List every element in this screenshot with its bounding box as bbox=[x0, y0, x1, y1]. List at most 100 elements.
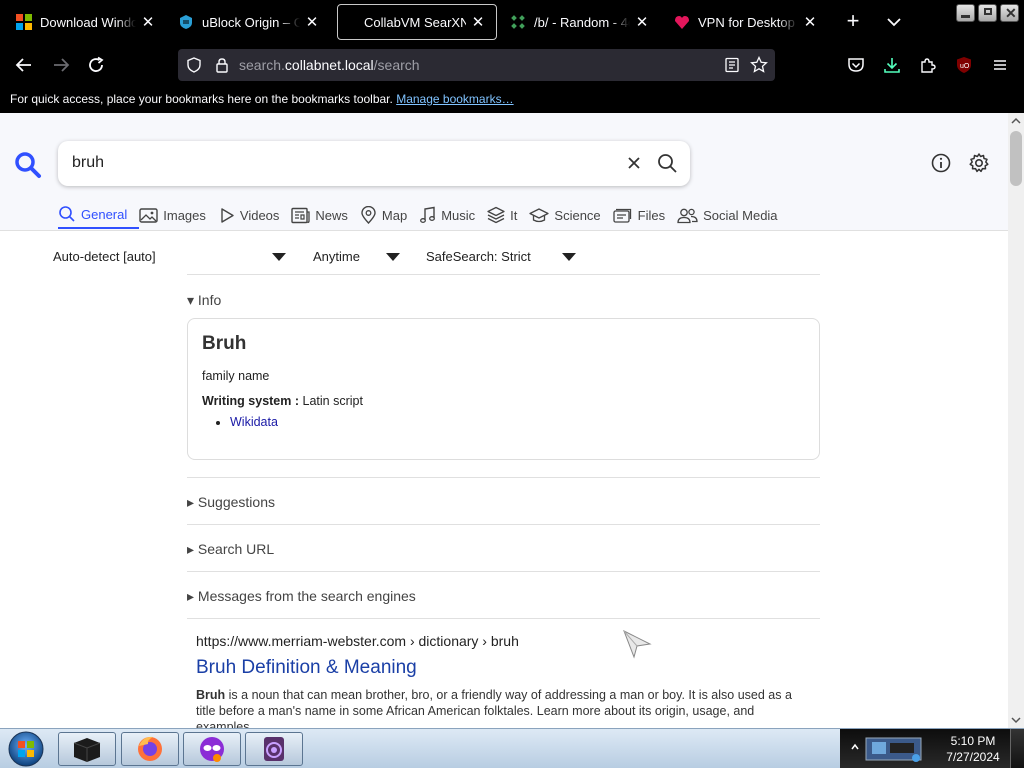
info-toggle[interactable]: ▾ Info bbox=[187, 292, 221, 309]
tray-icons[interactable] bbox=[864, 734, 924, 764]
result-breadcrumb: › dictionary › bruh bbox=[409, 633, 519, 649]
taskbar-app-tor[interactable] bbox=[245, 732, 303, 766]
reload-button[interactable] bbox=[84, 53, 108, 77]
restore-button[interactable] bbox=[978, 4, 997, 22]
dropdown-arrow-icon[interactable] bbox=[386, 253, 400, 261]
search-header: bruh General Images Videos News Map Musi… bbox=[0, 113, 1008, 231]
result-title-link[interactable]: Bruh Definition & Meaning bbox=[196, 657, 811, 679]
snippet-text: is a noun that can mean brother, bro, or… bbox=[196, 688, 792, 728]
app-box-icon bbox=[73, 738, 101, 762]
pocket-button[interactable] bbox=[844, 53, 868, 77]
lock-icon[interactable] bbox=[214, 57, 230, 73]
tab-label: News bbox=[315, 207, 348, 223]
show-desktop-button[interactable] bbox=[1010, 729, 1024, 768]
taskbar-clock[interactable]: 5:10 PM 7/27/2024 bbox=[940, 733, 1006, 765]
wikidata-link[interactable]: Wikidata bbox=[230, 415, 278, 429]
suggestions-toggle[interactable]: ▸ Suggestions bbox=[187, 477, 820, 524]
browser-tab-bar: Download Windows ✕ uBlock Origin – Get t… bbox=[0, 0, 1024, 44]
taskbar-app-terminal[interactable] bbox=[58, 732, 116, 766]
svg-text:uO: uO bbox=[960, 63, 970, 70]
pocket-icon bbox=[848, 58, 864, 72]
tab-files[interactable]: Files bbox=[613, 201, 677, 229]
dropdown-arrow-icon[interactable] bbox=[562, 253, 576, 261]
back-button[interactable] bbox=[12, 53, 36, 77]
ublock-icon bbox=[180, 15, 192, 29]
searxng-logo-icon[interactable] bbox=[14, 151, 42, 179]
tab-collabvm-searxng[interactable]: CollabVM SearXNG ✕ bbox=[337, 4, 497, 40]
attribute-value: Latin script bbox=[302, 394, 363, 408]
info-icon[interactable] bbox=[930, 152, 952, 174]
engine-messages-toggle[interactable]: ▸ Messages from the search engines bbox=[187, 571, 820, 618]
shield-icon[interactable] bbox=[186, 57, 202, 73]
hamburger-icon bbox=[994, 60, 1006, 70]
reader-view-icon[interactable] bbox=[724, 57, 740, 73]
tab-images[interactable]: Images bbox=[139, 201, 218, 229]
close-icon[interactable]: ✕ bbox=[304, 14, 320, 31]
ublock-extension-button[interactable]: uO bbox=[952, 53, 976, 77]
dropdown-arrow-icon[interactable] bbox=[272, 253, 286, 261]
language-select[interactable]: Auto-detect [auto] bbox=[53, 249, 156, 264]
tab-it[interactable]: It bbox=[487, 201, 529, 229]
close-icon[interactable]: ✕ bbox=[140, 14, 156, 31]
close-icon[interactable]: ✕ bbox=[470, 14, 486, 31]
search-url-toggle[interactable]: ▸ Search URL bbox=[187, 524, 820, 571]
scrollbar-thumb[interactable] bbox=[1010, 131, 1022, 186]
manage-bookmarks-link[interactable]: Manage bookmarks… bbox=[396, 92, 513, 106]
search-icon bbox=[59, 206, 75, 222]
info-toggle-label: Info bbox=[197, 292, 222, 308]
tab-title: uBlock Origin – Get t bbox=[202, 14, 300, 30]
start-button[interactable] bbox=[6, 730, 46, 768]
minimize-button[interactable] bbox=[956, 4, 975, 22]
close-icon[interactable]: ✕ bbox=[634, 14, 650, 31]
new-tab-button[interactable]: + bbox=[842, 10, 864, 33]
search-input[interactable]: bruh bbox=[72, 154, 104, 172]
search-icon[interactable] bbox=[656, 152, 678, 174]
chevron-up-icon[interactable] bbox=[850, 739, 860, 757]
gear-icon[interactable] bbox=[968, 152, 990, 174]
infobox-attribute: Writing system : Latin script bbox=[202, 394, 805, 408]
star-icon[interactable] bbox=[750, 56, 768, 74]
chevron-down-icon[interactable] bbox=[1011, 716, 1021, 724]
tab-label: Files bbox=[637, 207, 666, 223]
tab-music[interactable]: Music bbox=[419, 201, 487, 229]
chevron-up-icon[interactable] bbox=[1011, 117, 1021, 125]
tab-label: Music bbox=[441, 207, 476, 223]
tab-social-media[interactable]: Social Media bbox=[677, 201, 789, 229]
clear-search-icon[interactable] bbox=[624, 153, 644, 173]
extensions-button[interactable] bbox=[916, 53, 940, 77]
tab-download-windows[interactable]: Download Windows ✕ bbox=[6, 4, 166, 40]
close-icon[interactable]: ✕ bbox=[802, 14, 818, 31]
bookmarks-toolbar: For quick access, place your bookmarks h… bbox=[0, 86, 1024, 113]
chevron-down-icon[interactable] bbox=[884, 12, 904, 32]
tab-title: CollabVM SearXNG bbox=[364, 14, 466, 30]
search-filters: Auto-detect [auto] Anytime SafeSearch: S… bbox=[0, 231, 1008, 273]
tab-ublock-origin[interactable]: uBlock Origin – Get t ✕ bbox=[168, 4, 330, 40]
forward-button[interactable] bbox=[49, 53, 73, 77]
tab-label: Images bbox=[163, 207, 206, 223]
result-snippet: Bruh is a noun that can mean brother, br… bbox=[196, 687, 811, 728]
result-url[interactable]: https://www.merriam-webster.com › dictio… bbox=[196, 633, 811, 649]
search-result: https://www.merriam-webster.com › dictio… bbox=[187, 618, 820, 728]
firefox-icon bbox=[138, 736, 162, 761]
address-bar[interactable]: search.collabnet.local/search bbox=[178, 49, 775, 81]
page-scrollbar[interactable] bbox=[1008, 113, 1024, 728]
taskbar-app-privacy[interactable] bbox=[183, 732, 241, 766]
suggestions-label: Suggestions bbox=[197, 494, 275, 510]
tab-science[interactable]: Science bbox=[529, 201, 612, 229]
tab-4chan-random[interactable]: /b/ - Random - 4cha ✕ bbox=[500, 4, 660, 40]
close-window-button[interactable]: ✕ bbox=[1000, 4, 1019, 22]
time-range-select[interactable]: Anytime bbox=[313, 249, 360, 264]
infobox: Bruh family name Writing system : Latin … bbox=[187, 318, 820, 460]
tab-videos[interactable]: Videos bbox=[218, 201, 292, 229]
safesearch-select[interactable]: SafeSearch: Strict bbox=[426, 249, 531, 264]
tab-general[interactable]: General bbox=[58, 201, 140, 229]
infobox-description: family name bbox=[202, 369, 270, 383]
tab-title: /b/ - Random - 4cha bbox=[534, 14, 630, 30]
menu-button[interactable] bbox=[988, 53, 1012, 77]
downloads-button[interactable] bbox=[880, 53, 904, 77]
tab-mozilla-vpn[interactable]: VPN for Desktop - M ✕ bbox=[664, 4, 828, 40]
tab-news[interactable]: News bbox=[291, 201, 360, 229]
tab-map[interactable]: Map bbox=[360, 201, 419, 229]
taskbar-app-firefox[interactable] bbox=[121, 732, 179, 766]
people-icon bbox=[677, 208, 698, 223]
